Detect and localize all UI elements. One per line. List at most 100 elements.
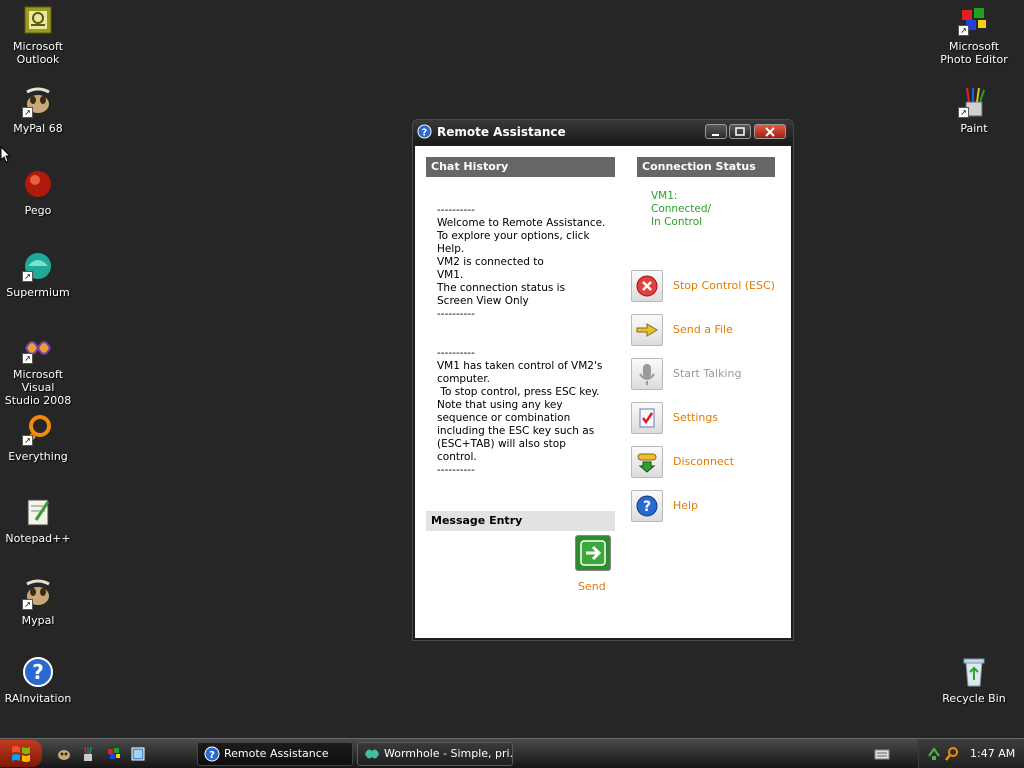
- shortcut-arrow-icon: ↗: [22, 271, 33, 282]
- connection-status-header: Connection Status: [637, 157, 775, 177]
- desktop-icon-rainvitation[interactable]: ? RAInvitation: [0, 656, 78, 705]
- help-icon: ?: [204, 746, 220, 762]
- desktop-icon-label: RAInvitation: [4, 692, 72, 705]
- mypal-icon: ↗: [22, 86, 54, 118]
- svg-text:?: ?: [643, 499, 651, 515]
- window-client-area: Chat History ---------- Welcome to Remot…: [415, 146, 791, 638]
- desktop-icon-label: Everything: [8, 450, 68, 463]
- desktop-icon-pego[interactable]: Pego: [0, 168, 78, 217]
- send-file-button[interactable]: Send a File: [631, 314, 781, 346]
- close-icon: [765, 127, 775, 137]
- desktop-icon-notepadpp[interactable]: Notepad++: [0, 496, 78, 545]
- paint-quicklaunch-icon[interactable]: [80, 746, 96, 762]
- send-file-label: Send a File: [673, 323, 733, 336]
- outlook-icon: [22, 4, 54, 36]
- shortcut-arrow-icon: ↗: [958, 107, 969, 118]
- supermium-icon: ↗: [22, 250, 54, 282]
- desktop-icon-paint[interactable]: ↗ Paint: [934, 86, 1014, 135]
- start-talking-label: Start Talking: [673, 367, 742, 380]
- network-tray-icon[interactable]: [927, 746, 941, 762]
- mypal-icon: ↗: [22, 578, 54, 610]
- desktop-icon-label: Microsoft Outlook: [12, 40, 64, 66]
- microphone-icon: [631, 358, 663, 390]
- maximize-button[interactable]: [729, 124, 751, 139]
- desktop-icon-label: MyPal 68: [13, 122, 63, 135]
- arrow-right-icon: [580, 540, 606, 566]
- title-bar[interactable]: ? Remote Assistance: [413, 120, 793, 144]
- send-label[interactable]: Send: [578, 580, 606, 593]
- disconnect-button[interactable]: Disconnect: [631, 446, 781, 478]
- stop-icon: [631, 270, 663, 302]
- taskbar: ? Remote Assistance Wormhole - Simple, p…: [0, 738, 1024, 768]
- desktop-icon-label: Paint: [960, 122, 988, 135]
- desktop-icon-mypal68[interactable]: ↗ MyPal 68: [0, 86, 78, 135]
- svg-text:?: ?: [422, 127, 427, 138]
- keyboard-tray-icon[interactable]: [874, 747, 890, 761]
- window-title: Remote Assistance: [437, 125, 566, 139]
- desktop-icon-mypal[interactable]: ↗ Mypal: [0, 578, 78, 627]
- visual-studio-icon: ↗: [22, 332, 54, 364]
- wormhole-icon: [365, 749, 379, 759]
- svg-text:?: ?: [209, 750, 215, 761]
- start-talking-button[interactable]: Start Talking: [631, 358, 781, 390]
- desktop-icon-supermium[interactable]: ↗ Supermium: [0, 250, 78, 299]
- message-entry-header: Message Entry: [426, 511, 615, 531]
- desktop-icon-everything[interactable]: ↗ Everything: [0, 414, 78, 463]
- photo-editor-icon: ↗: [958, 4, 990, 36]
- shortcut-arrow-icon: ↗: [22, 107, 33, 118]
- chat-history-header: Chat History: [426, 157, 615, 177]
- shortcut-arrow-icon: ↗: [22, 435, 33, 446]
- taskbar-button-wormhole[interactable]: Wormhole - Simple, pri...: [357, 742, 513, 766]
- send-button[interactable]: [575, 535, 611, 571]
- message-entry-input[interactable]: [426, 533, 566, 583]
- chat-history-log[interactable]: ---------- Welcome to Remote Assistance.…: [437, 204, 607, 477]
- explorer-quicklaunch-icon[interactable]: [130, 746, 146, 762]
- help-icon: ?: [22, 656, 54, 688]
- minimize-icon: [712, 134, 719, 136]
- settings-icon: [631, 402, 663, 434]
- desktop-icon-outlook[interactable]: Microsoft Outlook: [0, 4, 78, 66]
- start-button[interactable]: [0, 740, 42, 767]
- close-button[interactable]: [754, 124, 786, 139]
- settings-label: Settings: [673, 411, 719, 424]
- everything-icon: ↗: [22, 414, 54, 446]
- recycle-bin-icon: [958, 656, 990, 688]
- stop-control-button[interactable]: Stop Control (ESC): [631, 270, 781, 302]
- maximize-icon: [735, 127, 745, 136]
- pego-icon: [22, 168, 54, 200]
- mouse-cursor: [0, 146, 12, 163]
- desktop-icon-photo-editor[interactable]: ↗ Microsoft Photo Editor: [934, 4, 1014, 66]
- svg-text:?: ?: [32, 660, 44, 684]
- help-icon: ?: [417, 124, 432, 142]
- desktop-icon-label: Mypal: [21, 614, 55, 627]
- photo-editor-quicklaunch-icon[interactable]: [106, 746, 122, 762]
- notepadpp-icon: [22, 496, 54, 528]
- disconnect-icon: [631, 446, 663, 478]
- taskbar-button-remote-assistance[interactable]: ? Remote Assistance: [197, 742, 353, 766]
- disconnect-label: Disconnect: [673, 455, 735, 468]
- shortcut-arrow-icon: ↗: [958, 25, 969, 36]
- desktop-icon-label: Microsoft Visual Studio 2008: [4, 368, 72, 407]
- help-button[interactable]: ? Help: [631, 490, 781, 522]
- minimize-button[interactable]: [705, 124, 727, 139]
- desktop-icon-visual-studio[interactable]: ↗ Microsoft Visual Studio 2008: [0, 332, 78, 407]
- taskbar-button-label: Remote Assistance: [224, 747, 329, 760]
- search-tray-icon[interactable]: [945, 746, 959, 762]
- desktop-icon-label: Recycle Bin: [942, 692, 1006, 705]
- windows-logo-icon: [12, 746, 30, 762]
- desktop-icon-label: Microsoft Photo Editor: [940, 40, 1008, 66]
- mypal-quicklaunch-icon[interactable]: [56, 746, 72, 762]
- clock[interactable]: 1:47 AM: [970, 747, 1015, 760]
- connection-status-text: VM1: Connected/ In Control: [651, 190, 712, 228]
- paint-icon: ↗: [958, 86, 990, 118]
- stop-control-label: Stop Control (ESC): [673, 279, 775, 292]
- shortcut-arrow-icon: ↗: [22, 353, 33, 364]
- settings-button[interactable]: Settings: [631, 402, 781, 434]
- remote-assistance-window: ? Remote Assistance Chat History -------…: [412, 119, 794, 641]
- taskbar-button-label: Wormhole - Simple, pri...: [384, 747, 513, 760]
- send-file-icon: [631, 314, 663, 346]
- desktop-icon-label: Supermium: [6, 286, 70, 299]
- help-icon: ?: [631, 490, 663, 522]
- shortcut-arrow-icon: ↗: [22, 599, 33, 610]
- desktop-icon-recycle-bin[interactable]: Recycle Bin: [934, 656, 1014, 705]
